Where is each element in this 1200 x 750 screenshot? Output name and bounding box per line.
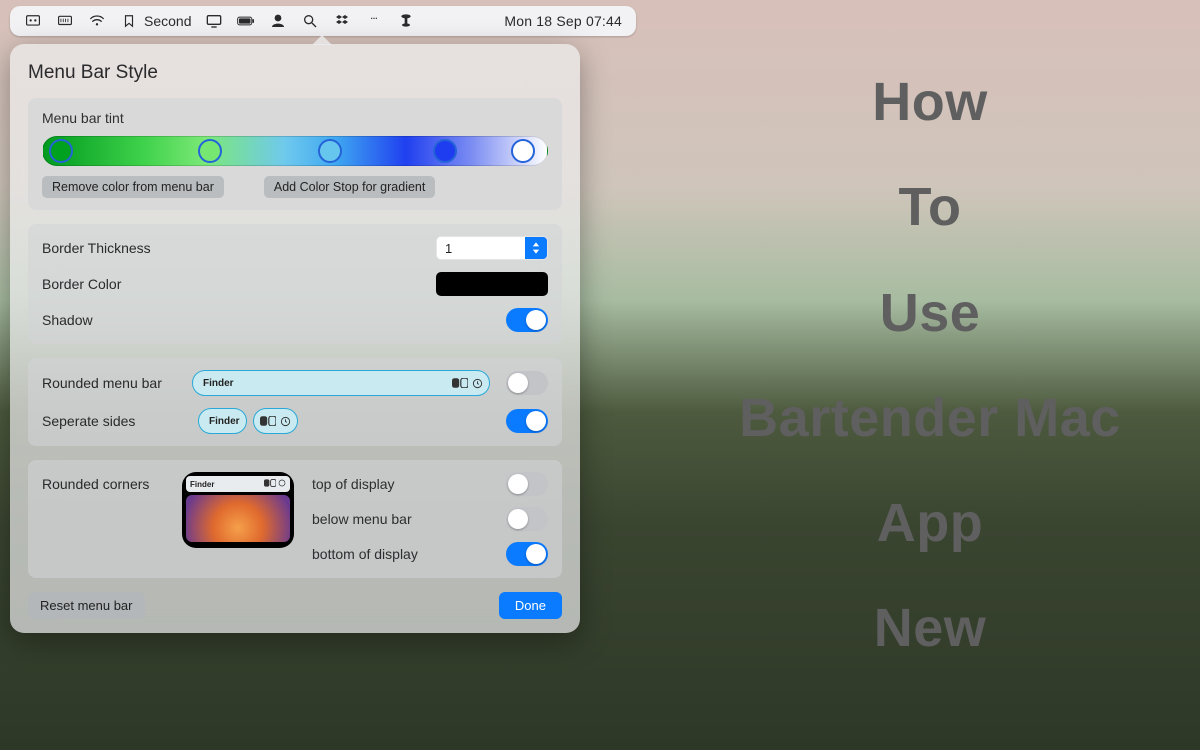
overlay-line-4: Bartender Mac bbox=[680, 366, 1180, 471]
overlay-line-6: New bbox=[680, 576, 1180, 681]
gradient-stop-3[interactable] bbox=[318, 139, 342, 163]
gradient-stop-5[interactable] bbox=[511, 139, 535, 163]
border-thickness-stepper[interactable]: 1 bbox=[436, 236, 548, 260]
border-thickness-value: 1 bbox=[437, 241, 525, 256]
preview-finder-label-2: Finder bbox=[209, 416, 240, 427]
display-icon[interactable] bbox=[205, 12, 223, 30]
preview-finder-label: Finder bbox=[203, 378, 234, 389]
border-color-well[interactable] bbox=[436, 272, 548, 296]
clock-icon bbox=[280, 416, 291, 427]
clock-icon bbox=[472, 378, 483, 389]
bookmark-label[interactable]: Second bbox=[144, 13, 191, 29]
popover-arrow bbox=[312, 35, 332, 45]
overlay-line-1: How bbox=[680, 50, 1180, 155]
gradient-stop-2[interactable] bbox=[198, 139, 222, 163]
shadow-label: Shadow bbox=[42, 312, 506, 328]
control-center-icon bbox=[260, 416, 276, 426]
preview-finder-label-3: Finder bbox=[190, 480, 214, 489]
control-center-icon bbox=[264, 479, 276, 487]
keyboard-icon[interactable] bbox=[56, 12, 74, 30]
overlay-line-5: App bbox=[680, 471, 1180, 576]
overlay-line-2: To bbox=[680, 155, 1180, 260]
menubar-datetime[interactable]: Mon 18 Sep 07:44 bbox=[504, 13, 622, 29]
tint-label: Menu bar tint bbox=[42, 110, 548, 126]
battery-icon[interactable] bbox=[237, 12, 255, 30]
control-center-icon bbox=[452, 378, 468, 388]
gradient-stop-4[interactable] bbox=[433, 139, 457, 163]
bottom-of-display-label: bottom of display bbox=[312, 546, 492, 562]
top-of-display-toggle[interactable] bbox=[506, 472, 548, 496]
more-icon[interactable] bbox=[365, 12, 383, 30]
gradient-stop-1[interactable] bbox=[49, 139, 73, 163]
tint-panel: Menu bar tint Remove color from menu bar… bbox=[28, 98, 562, 210]
app-icon-1[interactable] bbox=[24, 12, 42, 30]
clock-icon bbox=[278, 479, 286, 487]
menubar: Second Mon 18 Sep 07:44 bbox=[10, 6, 636, 36]
window-footer: Reset menu bar Done bbox=[28, 592, 562, 619]
corners-panel: Rounded corners Finder top of display be… bbox=[28, 460, 562, 578]
settings-window: Menu Bar Style Menu bar tint Remove colo… bbox=[10, 44, 580, 633]
border-thickness-label: Border Thickness bbox=[42, 240, 436, 256]
shape-panel: Rounded menu bar Finder Seperate sides bbox=[28, 358, 562, 446]
user-icon[interactable] bbox=[269, 12, 287, 30]
border-panel: Border Thickness 1 Border Color Shadow bbox=[28, 224, 562, 344]
bookmark-icon[interactable] bbox=[120, 12, 138, 30]
remove-color-button[interactable]: Remove color from menu bar bbox=[42, 176, 224, 198]
reset-menubar-button[interactable]: Reset menu bar bbox=[28, 592, 145, 619]
done-button[interactable]: Done bbox=[499, 592, 562, 619]
bottom-of-display-toggle[interactable] bbox=[506, 542, 548, 566]
shadow-toggle[interactable] bbox=[506, 308, 548, 332]
stepper-arrows-icon[interactable] bbox=[525, 237, 547, 259]
separate-preview: Finder bbox=[192, 408, 490, 434]
bartender-icon[interactable] bbox=[397, 12, 415, 30]
gradient-bar[interactable] bbox=[42, 136, 548, 166]
overlay-title: How To Use Bartender Mac App New bbox=[680, 50, 1180, 682]
rounded-corners-label: Rounded corners bbox=[42, 472, 182, 492]
rounded-menubar-toggle[interactable] bbox=[506, 371, 548, 395]
border-color-label: Border Color bbox=[42, 276, 436, 292]
rounded-menubar-label: Rounded menu bar bbox=[42, 375, 182, 391]
wifi-icon[interactable] bbox=[88, 12, 106, 30]
add-color-stop-button[interactable]: Add Color Stop for gradient bbox=[264, 176, 435, 198]
overlay-line-3: Use bbox=[680, 261, 1180, 366]
below-menubar-label: below menu bar bbox=[312, 511, 492, 527]
dropbox-icon[interactable] bbox=[333, 12, 351, 30]
separate-sides-toggle[interactable] bbox=[506, 409, 548, 433]
display-preview: Finder bbox=[182, 472, 294, 548]
rounded-preview: Finder bbox=[192, 370, 490, 396]
below-menubar-toggle[interactable] bbox=[506, 507, 548, 531]
search-icon[interactable] bbox=[301, 12, 319, 30]
separate-sides-label: Seperate sides bbox=[42, 413, 182, 429]
top-of-display-label: top of display bbox=[312, 476, 492, 492]
window-title: Menu Bar Style bbox=[28, 62, 562, 84]
